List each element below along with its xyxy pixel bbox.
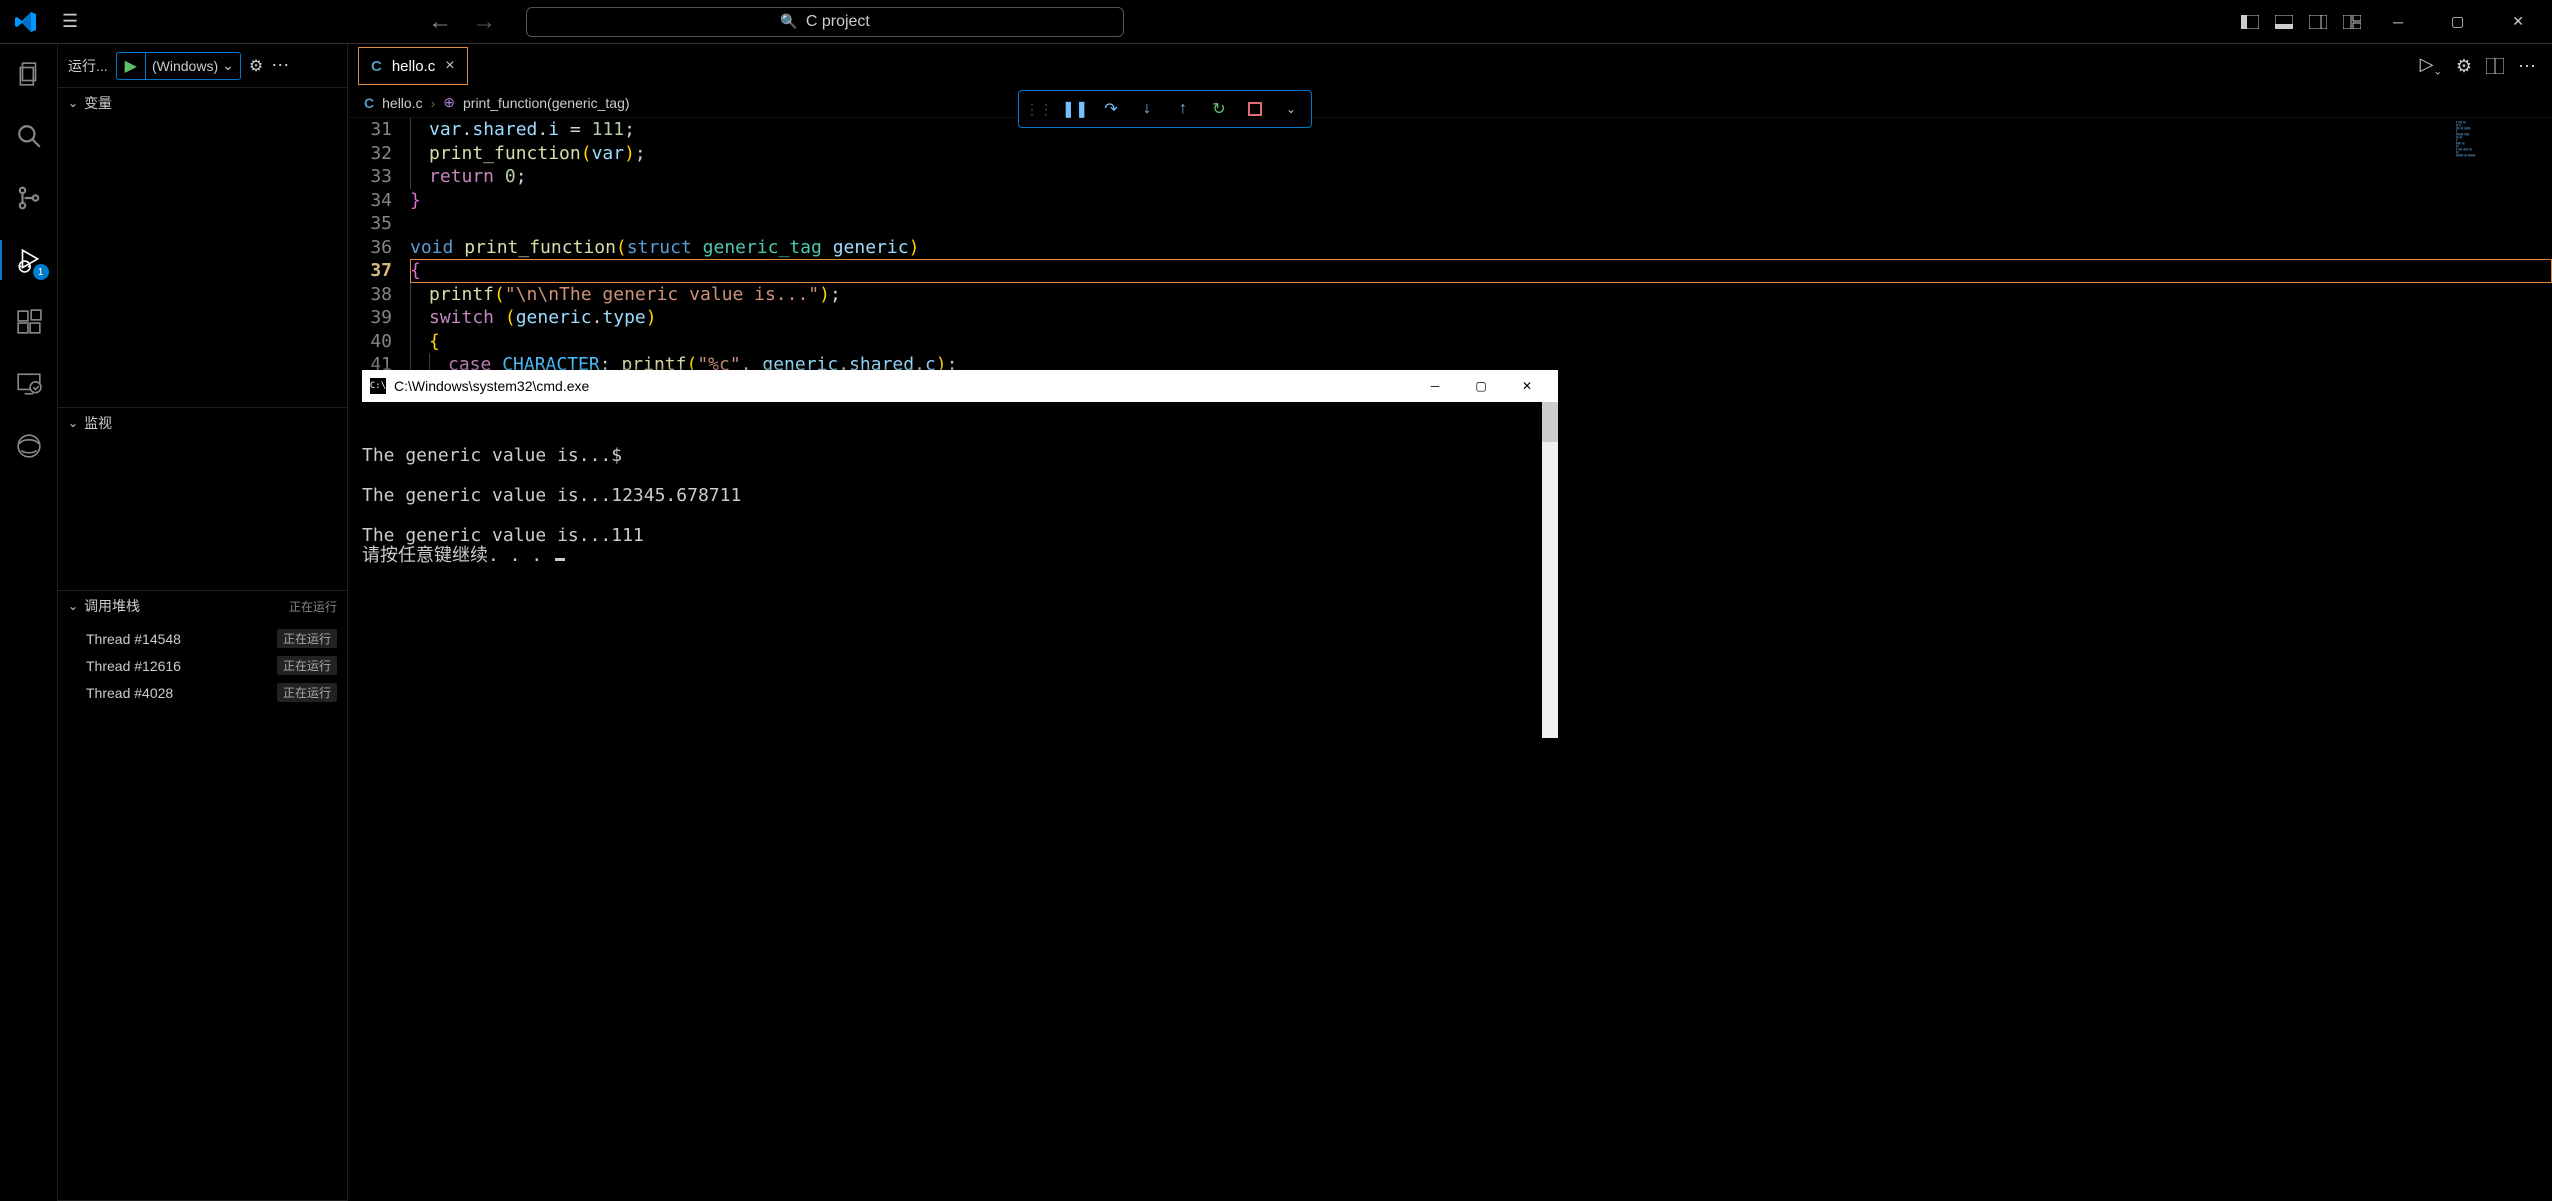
activity-bar: 1 bbox=[0, 44, 58, 1201]
config-name: (Windows) bbox=[152, 58, 218, 74]
callstack-header[interactable]: ⌄调用堆栈正在运行 bbox=[58, 591, 347, 621]
breadcrumb-symbol: print_function(generic_tag) bbox=[463, 95, 630, 111]
code-line[interactable]: { bbox=[410, 330, 2552, 354]
app-menu-button[interactable]: ☰ bbox=[52, 0, 88, 44]
breadcrumb[interactable]: C hello.c › ⊕ print_function(generic_tag… bbox=[348, 88, 2552, 118]
debug-side-panel: 运行... ▶ (Windows)⌄ ⚙ ⋯ ⌄变量 ⌄监视 ⌄调用堆栈正在运行… bbox=[58, 44, 348, 1201]
watch-section: ⌄监视 bbox=[58, 408, 347, 591]
stop-button[interactable] bbox=[1241, 95, 1269, 123]
cmd-scroll-thumb[interactable] bbox=[1542, 402, 1558, 442]
start-debug-button[interactable]: ▶ bbox=[117, 53, 146, 79]
code-line[interactable]: var.shared.i = 111; bbox=[410, 118, 2552, 142]
command-center-search[interactable]: 🔍 C project bbox=[526, 7, 1124, 37]
variables-header[interactable]: ⌄变量 bbox=[58, 88, 347, 118]
nav-forward-button[interactable]: → bbox=[472, 8, 496, 36]
search-icon[interactable] bbox=[13, 120, 45, 152]
function-icon: ⊕ bbox=[443, 94, 455, 111]
thread-status: 正在运行 bbox=[277, 683, 337, 702]
run-file-icon[interactable]: ▷⌄ bbox=[2420, 54, 2442, 78]
close-tab-icon[interactable]: × bbox=[445, 57, 454, 75]
extensions-icon[interactable] bbox=[13, 306, 45, 338]
minimap[interactable]: █ ███ ████ ████ ██ ████████████ ██████ █… bbox=[2452, 118, 2552, 318]
debug-more-icon[interactable]: ⌄ bbox=[1277, 95, 1305, 123]
tab-label: hello.c bbox=[392, 58, 435, 75]
run-debug-icon[interactable]: 1 bbox=[13, 244, 45, 276]
chevron-down-icon: ⌄ bbox=[222, 57, 234, 74]
cmd-window: C:\ C:\Windows\system32\cmd.exe ─ ▢ ✕ Th… bbox=[362, 370, 1558, 738]
edge-tools-icon[interactable] bbox=[13, 430, 45, 462]
thread-name: Thread #14548 bbox=[86, 631, 181, 647]
run-label: 运行... bbox=[68, 56, 108, 76]
thread-row[interactable]: Thread #14548 正在运行 bbox=[58, 625, 347, 652]
code-line[interactable]: printf("\n\nThe generic value is..."); bbox=[410, 283, 2552, 307]
tabs-bar: C hello.c × ▷⌄ ⚙ ⋯ bbox=[348, 44, 2552, 88]
callstack-section: ⌄调用堆栈正在运行 Thread #14548正在运行Thread #12616… bbox=[58, 591, 347, 1201]
code-line[interactable]: return 0; bbox=[410, 165, 2552, 189]
cmd-titlebar[interactable]: C:\ C:\Windows\system32\cmd.exe ─ ▢ ✕ bbox=[362, 370, 1558, 402]
thread-status: 正在运行 bbox=[277, 629, 337, 648]
toggle-secondary-sidebar-icon[interactable] bbox=[2309, 15, 2327, 29]
thread-status: 正在运行 bbox=[277, 656, 337, 675]
more-actions-icon[interactable]: ⋯ bbox=[271, 55, 290, 76]
watch-header[interactable]: ⌄监视 bbox=[58, 408, 347, 438]
more-editor-actions-icon[interactable]: ⋯ bbox=[2518, 56, 2536, 77]
tab-hello-c[interactable]: C hello.c × bbox=[358, 47, 468, 85]
code-line[interactable]: void print_function(struct generic_tag g… bbox=[410, 236, 2552, 260]
debug-badge: 1 bbox=[33, 264, 49, 280]
thread-row[interactable]: Thread #12616 正在运行 bbox=[58, 652, 347, 679]
debug-panel-header: 运行... ▶ (Windows)⌄ ⚙ ⋯ bbox=[58, 44, 347, 88]
thread-row[interactable]: Thread #4028 正在运行 bbox=[58, 679, 347, 706]
thread-name: Thread #4028 bbox=[86, 685, 173, 701]
c-language-icon: C bbox=[371, 58, 382, 75]
chevron-down-icon: ⌄ bbox=[68, 416, 78, 430]
search-text: C project bbox=[806, 13, 870, 31]
cmd-cursor bbox=[555, 558, 565, 561]
settings-gear-icon[interactable]: ⚙ bbox=[2456, 56, 2472, 77]
drag-handle-icon[interactable]: ⋮⋮ bbox=[1025, 95, 1053, 123]
chevron-down-icon: ⌄ bbox=[68, 96, 78, 110]
toggle-panel-icon[interactable] bbox=[2275, 15, 2293, 29]
explorer-icon[interactable] bbox=[13, 58, 45, 90]
toggle-primary-sidebar-icon[interactable] bbox=[2241, 15, 2259, 29]
thread-name: Thread #12616 bbox=[86, 658, 181, 674]
debug-toolbar: ⋮⋮ ❚❚ ↷ ↓ ↑ ↻ ⌄ bbox=[1018, 90, 1312, 128]
maximize-button[interactable]: ▢ bbox=[2435, 13, 2480, 30]
remote-explorer-icon[interactable] bbox=[13, 368, 45, 400]
current-line-highlight bbox=[410, 259, 2552, 283]
step-over-button[interactable]: ↷ bbox=[1097, 95, 1125, 123]
cmd-close-button[interactable]: ✕ bbox=[1504, 370, 1550, 402]
split-editor-icon[interactable] bbox=[2486, 58, 2504, 74]
source-control-icon[interactable] bbox=[13, 182, 45, 214]
cmd-maximize-button[interactable]: ▢ bbox=[1458, 370, 1504, 402]
code-line[interactable] bbox=[410, 212, 2552, 236]
customize-layout-icon[interactable] bbox=[2343, 15, 2361, 29]
step-out-button[interactable]: ↑ bbox=[1169, 95, 1197, 123]
code-line[interactable]: print_function(var); bbox=[410, 142, 2552, 166]
c-language-icon: C bbox=[364, 95, 374, 111]
cmd-scrollbar[interactable] bbox=[1542, 402, 1558, 738]
variables-section: ⌄变量 bbox=[58, 88, 347, 408]
cmd-icon: C:\ bbox=[370, 378, 386, 394]
title-bar: ☰ ← → 🔍 C project ─ ▢ ✕ bbox=[0, 0, 2552, 44]
breadcrumb-separator: › bbox=[431, 95, 436, 111]
code-line[interactable]: switch (generic.type) bbox=[410, 306, 2552, 330]
cmd-output[interactable]: The generic value is...$ The generic val… bbox=[362, 402, 1558, 738]
code-line[interactable]: } bbox=[410, 189, 2552, 213]
minimize-button[interactable]: ─ bbox=[2377, 14, 2419, 30]
step-into-button[interactable]: ↓ bbox=[1133, 95, 1161, 123]
restart-button[interactable]: ↻ bbox=[1205, 95, 1233, 123]
cmd-minimize-button[interactable]: ─ bbox=[1412, 370, 1458, 402]
config-gear-icon[interactable]: ⚙ bbox=[249, 56, 263, 76]
pause-button[interactable]: ❚❚ bbox=[1061, 95, 1089, 123]
close-button[interactable]: ✕ bbox=[2496, 13, 2540, 30]
breadcrumb-file: hello.c bbox=[382, 95, 422, 111]
vscode-logo-icon bbox=[14, 10, 38, 34]
search-icon: 🔍 bbox=[780, 13, 797, 30]
cmd-title: C:\Windows\system32\cmd.exe bbox=[394, 378, 589, 394]
chevron-down-icon: ⌄ bbox=[68, 599, 78, 613]
launch-config-select[interactable]: ▶ (Windows)⌄ bbox=[116, 52, 241, 80]
nav-back-button[interactable]: ← bbox=[428, 8, 452, 36]
